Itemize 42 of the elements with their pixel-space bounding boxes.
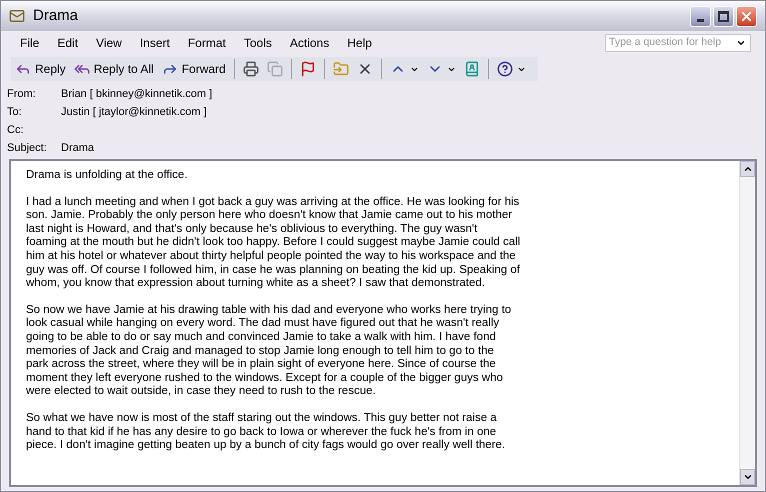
printer-icon [242, 61, 259, 77]
address-book-icon [464, 61, 480, 77]
scroll-down-button[interactable] [740, 469, 755, 485]
menu-item[interactable]: File [11, 34, 48, 52]
menu-item[interactable]: Edit [48, 34, 88, 52]
maximize-icon [718, 10, 729, 22]
menu-item[interactable]: View [87, 34, 131, 52]
message-paragraph: So what we have now is most of the staff staring out the windows. This guy better not raise a hand to that kid if he has any desire to go back to Iowa or wherever the fuck he's from in one piece. I don't imagine getting beaten up by a bunch of city fags would go over really well there. [26, 412, 506, 453]
menu-item[interactable]: Insert [130, 34, 179, 52]
minimize-icon [697, 18, 704, 22]
menu-item[interactable]: Tools [234, 34, 281, 52]
menu-item[interactable]: Format [178, 34, 235, 52]
down-icon [742, 472, 752, 482]
up-icon [742, 164, 752, 174]
header-label: Cc: [7, 122, 24, 138]
header-label: From: [7, 86, 37, 102]
header-value: Drama [61, 140, 94, 156]
header-value: Brian [ bkinney@kinnetik.com ] [61, 86, 212, 102]
menu-item[interactable]: Actions [280, 34, 338, 52]
dropdown-icon [736, 38, 746, 48]
forward-button[interactable]: Forward [158, 57, 230, 81]
header-value: Justin [ jtaylor@kinnetik.com ] [61, 104, 207, 120]
window-title: Drama [33, 6, 78, 26]
move-to-folder-icon [332, 61, 349, 77]
reply-button[interactable]: Reply [11, 57, 70, 81]
close-button[interactable] [736, 6, 757, 26]
flag-icon [300, 61, 316, 77]
maximize-button[interactable] [713, 6, 734, 26]
scroll-up-button[interactable] [740, 161, 755, 177]
envelope-icon [9, 8, 25, 24]
help-icon [496, 61, 513, 77]
scrollbar[interactable] [739, 161, 755, 485]
header-label: Subject: [7, 140, 48, 156]
copy-icon [266, 61, 283, 77]
header-label: To: [7, 104, 23, 120]
minimize-button[interactable] [690, 6, 711, 26]
help-search-field[interactable]: Type a question for help [605, 34, 751, 52]
menu-item[interactable]: Help [338, 34, 381, 52]
reply-all-button[interactable]: Reply to All [70, 57, 158, 81]
message-paragraph: So now we have Jamie at his drawing table with his dad and everyone who works here trying to look casual while hanging on every word. The dad must have figured out that he wasn't really going to be able to do or say much and convinced Jamie to take a walk with him. I have fond memories of Jack and Craig and managed to stop Jamie long enough to tell him to go to the park across the street, where they will be in plain sight of everyone here. Since of course the moment they left everyone rushed to the windows. Except for a couple of the bigger guys who were elected to wait outside, in case they need to rush to the rescue. [26, 304, 512, 399]
message-paragraph: Drama is unfolding at the office. [26, 169, 189, 183]
message-paragraph: I had a lunch meeting and when I got back a guy was arriving at the office. He was looking for his son. Jamie. Probably the only person here who doesn't know that Jamie came out to his mother last night is Howard, and that's only because he's oblivious to everything. The guy wasn't foaming at the mouth but he didn't look too happy. Before I could suggest maybe Jamie could call him at his hotel or whatever about thirty helpful people pointed the way to his workspace and the guy was off. Of course I followed him, in case he was planning on beating the kid up. Speaking of whom, you know that expression about turning white as a sheet? I saw that demonstrated. [26, 196, 522, 291]
